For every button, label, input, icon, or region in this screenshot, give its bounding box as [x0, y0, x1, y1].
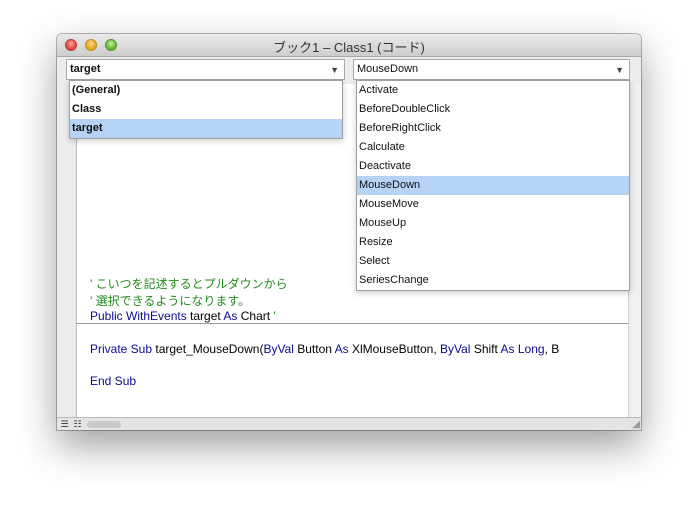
resize-grip-icon[interactable]: ◢ [632, 419, 640, 430]
dropdown-item-calculate[interactable]: Calculate [357, 138, 629, 157]
code-keyword: Public WithEvents [90, 309, 187, 323]
dropdown-item-mouseup[interactable]: MouseUp [357, 214, 629, 233]
procedure-dropdown-list[interactable]: Activate BeforeDoubleClick BeforeRightCl… [356, 80, 630, 291]
code-keyword: Private Sub [90, 342, 153, 356]
code-declaration-line: Public WithEvents target As Chart ' [90, 309, 276, 323]
procedure-combobox-value: MouseDown [357, 63, 419, 75]
procedure-separator [76, 323, 628, 324]
code-identifier: target_MouseDown( [152, 342, 264, 356]
horizontal-scrollbar-thumb[interactable] [87, 421, 121, 428]
code-keyword: ByVal [440, 342, 471, 356]
window-title: ブック1 – Class1 (コード) [273, 40, 425, 55]
dropdown-item-mousemove[interactable]: MouseMove [357, 195, 629, 214]
code-identifier: Button [293, 342, 335, 356]
dropdown-item-target[interactable]: target [70, 119, 342, 138]
code-keyword: ByVal [263, 342, 294, 356]
dropdown-item-class[interactable]: Class [70, 100, 342, 119]
code-keyword: As [334, 342, 349, 356]
code-comment-line: ' こいつを記述するとプルダウンから [90, 277, 288, 291]
full-module-view-icon[interactable]: ☷ [72, 419, 83, 430]
procedure-view-icon[interactable]: ☰ [59, 419, 70, 430]
dropdown-item-select[interactable]: Select [357, 252, 629, 271]
code-type: Chart [237, 309, 274, 323]
dropdown-item-deactivate[interactable]: Deactivate [357, 157, 629, 176]
object-dropdown-list[interactable]: (General) Class target [69, 80, 343, 139]
code-keyword: Long [514, 342, 545, 356]
dropdown-item-beforedoubleclick[interactable]: BeforeDoubleClick [357, 100, 629, 119]
code-identifier: , B [544, 342, 560, 356]
dropdown-item-activate[interactable]: Activate [357, 81, 629, 100]
bottom-bar: ☰ ☷ ◢ [57, 417, 641, 430]
dropdown-item-beforerightclick[interactable]: BeforeRightClick [357, 119, 629, 138]
dropdown-arrow-icon[interactable]: ▼ [615, 61, 624, 80]
code-comment: ' [273, 309, 276, 323]
code-identifier: XlMouseButton, [348, 342, 441, 356]
code-keyword: As [223, 309, 238, 323]
object-combobox[interactable]: target ▼ [66, 59, 345, 80]
procedure-combobox[interactable]: MouseDown ▼ [353, 59, 630, 80]
code-identifier: Shift [470, 342, 501, 356]
title-bar[interactable]: ブック1 – Class1 (コード) [57, 34, 641, 57]
dropdown-item-serieschange[interactable]: SeriesChange [357, 271, 629, 290]
code-end-sub-line: End Sub [90, 374, 137, 388]
code-comment-line: ' 選択できるようになります。 [90, 294, 251, 308]
dropdown-item-general[interactable]: (General) [70, 81, 342, 100]
object-combobox-value: target [70, 63, 101, 75]
dropdown-item-mousedown[interactable]: MouseDown [357, 176, 629, 195]
dropdown-arrow-icon[interactable]: ▼ [330, 61, 339, 80]
code-keyword: As [500, 342, 515, 356]
dropdown-item-resize[interactable]: Resize [357, 233, 629, 252]
code-identifier: target [186, 309, 224, 323]
code-sub-signature-line: Private Sub target_MouseDown(ByVal Butto… [90, 342, 559, 356]
